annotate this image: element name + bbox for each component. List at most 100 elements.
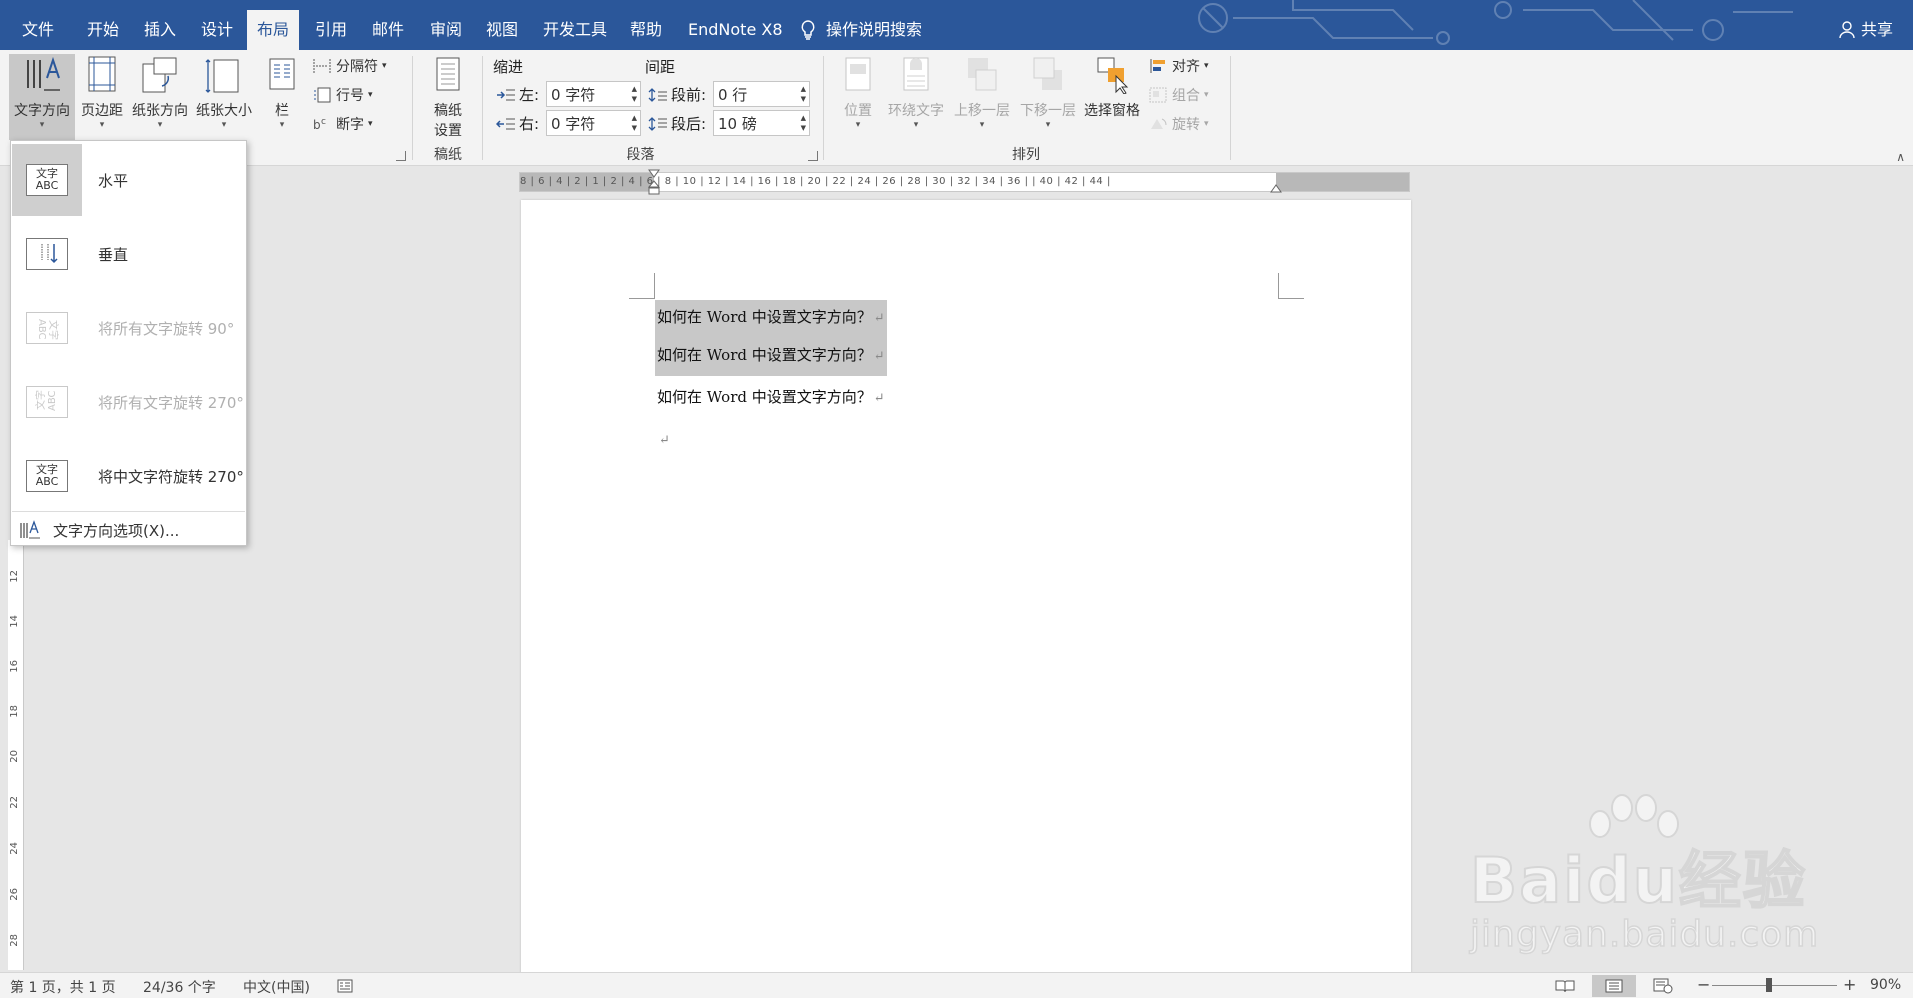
empty-paragraph[interactable]: ↵: [655, 422, 672, 456]
tab-file[interactable]: 文件: [12, 10, 64, 50]
tab-developer[interactable]: 开发工具: [533, 10, 617, 50]
paragraph[interactable]: 如何在 Word 中设置文字方向？ ↵: [655, 380, 887, 414]
align-icon: [1150, 59, 1165, 73]
svg-text:c: c: [321, 117, 326, 127]
indent-marker-icon[interactable]: [647, 169, 661, 195]
manuscript-group-label: 稿纸: [434, 147, 462, 163]
watermark-url: jingyan.baidu.com: [1469, 913, 1820, 956]
spinner-arrows-icon[interactable]: ▲ ▼: [801, 113, 806, 133]
word-count[interactable]: 24/36 个字: [143, 977, 216, 997]
bring-forward-button[interactable]: 上移一层 ▾: [950, 54, 1014, 140]
paragraph-launcher-icon[interactable]: [808, 151, 818, 161]
indent-right-input[interactable]: 0 字符 ▲ ▼: [546, 110, 641, 136]
language-indicator[interactable]: 中文(中国): [243, 977, 310, 997]
page-count[interactable]: 第 1 页，共 1 页: [10, 977, 116, 997]
columns-button[interactable]: 栏 ▾: [262, 54, 302, 140]
right-indent-marker-icon[interactable]: [1270, 181, 1282, 193]
margins-label: 页边距: [81, 103, 123, 119]
send-backward-icon: [1033, 57, 1062, 90]
print-layout-button[interactable]: [1592, 975, 1636, 997]
tab-review[interactable]: 审阅: [420, 10, 472, 50]
rotate-button[interactable]: 旋转 ▾: [1148, 114, 1209, 134]
menu-item-vertical[interactable]: 垂直: [12, 218, 245, 290]
tab-references[interactable]: 引用: [305, 10, 357, 50]
tab-view[interactable]: 视图: [476, 10, 528, 50]
zoom-slider-thumb[interactable]: [1766, 978, 1772, 992]
selection-pane-button[interactable]: 选择窗格: [1080, 54, 1144, 140]
vruler-tick: 26: [9, 888, 20, 901]
zoom-in-button[interactable]: +: [1843, 975, 1856, 994]
tab-layout[interactable]: 布局: [247, 10, 300, 50]
indent-left-label: 左:: [496, 84, 539, 105]
zoom-level[interactable]: 90%: [1870, 977, 1901, 993]
share-button[interactable]: 共享: [1839, 10, 1893, 50]
svg-text:ABC: ABC: [47, 390, 58, 411]
tab-home[interactable]: 开始: [77, 10, 129, 50]
vruler-tick: 18: [9, 705, 20, 718]
position-button[interactable]: 位置 ▾: [836, 54, 880, 140]
text-direction-options[interactable]: 文字方向选项(X)...: [19, 517, 179, 543]
align-label: 对齐: [1172, 59, 1200, 75]
tab-insert[interactable]: 插入: [134, 10, 186, 50]
tell-me-search[interactable]: 操作说明搜索: [800, 10, 922, 50]
menu-item-rotate-cjk-270[interactable]: 文字 ABC 将中文字符旋转 270°: [12, 440, 245, 512]
macro-record-icon[interactable]: [337, 979, 353, 993]
group-objects-button[interactable]: 组合 ▾: [1148, 85, 1209, 105]
chevron-down-icon: ▾: [1204, 90, 1209, 100]
margins-button[interactable]: 页边距 ▾: [76, 54, 128, 140]
page-setup-launcher-icon[interactable]: [396, 151, 406, 161]
paper-size-icon: [205, 59, 239, 93]
rotate-270-text-icon: 文字 ABC: [26, 386, 68, 418]
web-layout-icon: [1653, 978, 1673, 994]
send-backward-button[interactable]: 下移一层 ▾: [1016, 54, 1080, 140]
horizontal-ruler[interactable]: 8 | 6 | 4 | 2 | 1 | 2 | 4 | 6 | 8 | 10 |…: [519, 169, 1410, 195]
chevron-down-icon: ▾: [99, 120, 105, 130]
tab-design[interactable]: 设计: [191, 10, 243, 50]
indent-left-value: 0 字符: [551, 85, 596, 104]
horizontal-text-icon: 文字 ABC: [26, 164, 68, 196]
spacing-after-input[interactable]: 10 磅 ▲ ▼: [713, 110, 810, 136]
line-numbers-button[interactable]: 行号 ▾: [312, 85, 373, 105]
breaks-button[interactable]: 分隔符 ▾: [312, 56, 387, 76]
spinner-arrows-icon[interactable]: ▲ ▼: [632, 113, 637, 133]
manuscript-settings-button[interactable]: 稿纸 设置: [422, 54, 474, 140]
menu-item-horizontal[interactable]: 文字 ABC 水平: [12, 144, 245, 216]
wrap-text-button[interactable]: 环绕文字 ▾: [884, 54, 948, 140]
tab-help[interactable]: 帮助: [620, 10, 672, 50]
watermark-title: Baidu经验: [1469, 843, 1807, 918]
orientation-button[interactable]: 纸张方向 ▾: [129, 54, 191, 140]
vertical-ruler[interactable]: 12 14 16 18 20 22 24 26 28: [8, 540, 24, 970]
paragraph-mark-icon: ↵: [873, 349, 885, 364]
size-button[interactable]: 纸张大小 ▾: [193, 54, 255, 140]
spacing-before-value: 0 行: [718, 85, 748, 104]
chevron-down-icon: ▾: [39, 120, 45, 130]
spinner-arrows-icon[interactable]: ▲ ▼: [632, 84, 637, 104]
spacing-before-input[interactable]: 0 行 ▲ ▼: [713, 81, 810, 107]
indent-left-input[interactable]: 0 字符 ▲ ▼: [546, 81, 641, 107]
crop-mark-top-left: [629, 273, 655, 299]
web-layout-button[interactable]: [1641, 975, 1685, 997]
spinner-arrows-icon[interactable]: ▲ ▼: [801, 84, 806, 104]
chevron-down-icon: ▾: [979, 120, 985, 130]
tab-mailings[interactable]: 邮件: [362, 10, 414, 50]
bring-forward-label: 上移一层: [954, 103, 1010, 119]
read-mode-button[interactable]: [1543, 975, 1587, 997]
menu-item-rotate-270[interactable]: 文字 ABC 将所有文字旋转 270°: [12, 366, 245, 438]
chevron-down-icon: ▾: [157, 120, 163, 130]
paragraph[interactable]: 如何在 Word 中设置文字方向？ ↵: [655, 300, 887, 334]
menu-item-rotate-90[interactable]: 文字 ABC 将所有文字旋转 90°: [12, 292, 245, 364]
margins-icon: [88, 56, 116, 92]
text-direction-button[interactable]: 文字方向 ▾: [9, 54, 75, 140]
manuscript-icon: [436, 57, 460, 91]
collapse-ribbon-icon[interactable]: ∧: [1896, 150, 1905, 164]
align-button[interactable]: 对齐 ▾: [1148, 56, 1209, 76]
vruler-tick: 12: [9, 570, 20, 583]
zoom-out-button[interactable]: −: [1697, 975, 1710, 994]
svg-text:文字: 文字: [34, 390, 47, 410]
zoom-slider[interactable]: [1712, 985, 1837, 986]
tab-endnote[interactable]: EndNote X8: [678, 10, 793, 50]
chevron-down-icon: ▾: [221, 120, 227, 130]
hyphenation-button[interactable]: bc 断字 ▾: [312, 114, 373, 134]
paragraph[interactable]: 如何在 Word 中设置文字方向？ ↵: [655, 334, 887, 376]
document-page[interactable]: 如何在 Word 中设置文字方向？ ↵ 如何在 Word 中设置文字方向？ ↵ 如何…: [521, 200, 1411, 975]
